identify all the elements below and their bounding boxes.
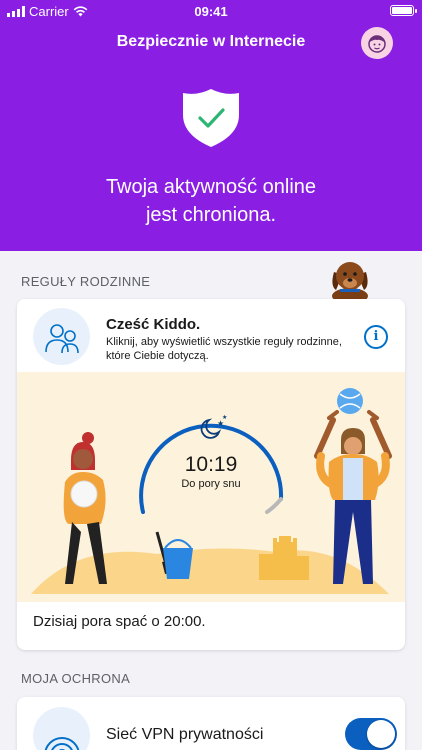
greeting-description: Kliknij, aby wyświetlić wszystkie reguły… — [106, 336, 342, 362]
protection-status-message: Twoja aktywność online jest chroniona. — [105, 176, 317, 226]
vpn-label: Sieć VPN prywatności — [106, 726, 264, 743]
greeting-title: Cześć Kiddo. — [106, 316, 201, 333]
protection-header: Carrier 09:41 Bezpiecznie w Internecie T… — [0, 0, 422, 251]
my-protection-section-label: MOJA OCHRONA — [21, 671, 131, 686]
svg-text:★: ★ — [222, 414, 227, 421]
info-icon[interactable]: i — [364, 325, 388, 349]
family-rules-header[interactable]: Cześć Kiddo. Kliknij, aby wyświetlić wsz… — [17, 299, 405, 372]
clock-label: Do pory snu — [181, 478, 241, 490]
family-rules-section-label: REGUŁY RODZINNE — [21, 274, 151, 289]
status-bar: Carrier 09:41 — [0, 0, 422, 22]
avatar-icon[interactable] — [361, 27, 393, 59]
vpn-card[interactable]: Sieć VPN prywatności — [17, 697, 405, 750]
vpn-icon — [33, 707, 90, 750]
sandcastle — [259, 536, 309, 580]
shield-check-icon — [183, 89, 239, 147]
clock-time: 10:19 — [184, 453, 238, 476]
bedtime-illustration: ★ ★ 10:19 Do pory snu — [17, 372, 405, 602]
bedtime-text: Dzisiaj pora spać o 20:00. — [33, 613, 206, 630]
battery-icon — [390, 5, 417, 16]
family-rules-card[interactable]: Cześć Kiddo. Kliknij, aby wyświetlić wsz… — [17, 299, 405, 650]
page-title: Bezpiecznie w Internecie — [116, 33, 306, 50]
vpn-toggle-knob — [367, 720, 395, 748]
family-icon — [33, 308, 90, 365]
dog-icon — [332, 262, 368, 302]
vpn-toggle[interactable] — [345, 718, 397, 750]
status-time: 09:41 — [194, 4, 228, 19]
